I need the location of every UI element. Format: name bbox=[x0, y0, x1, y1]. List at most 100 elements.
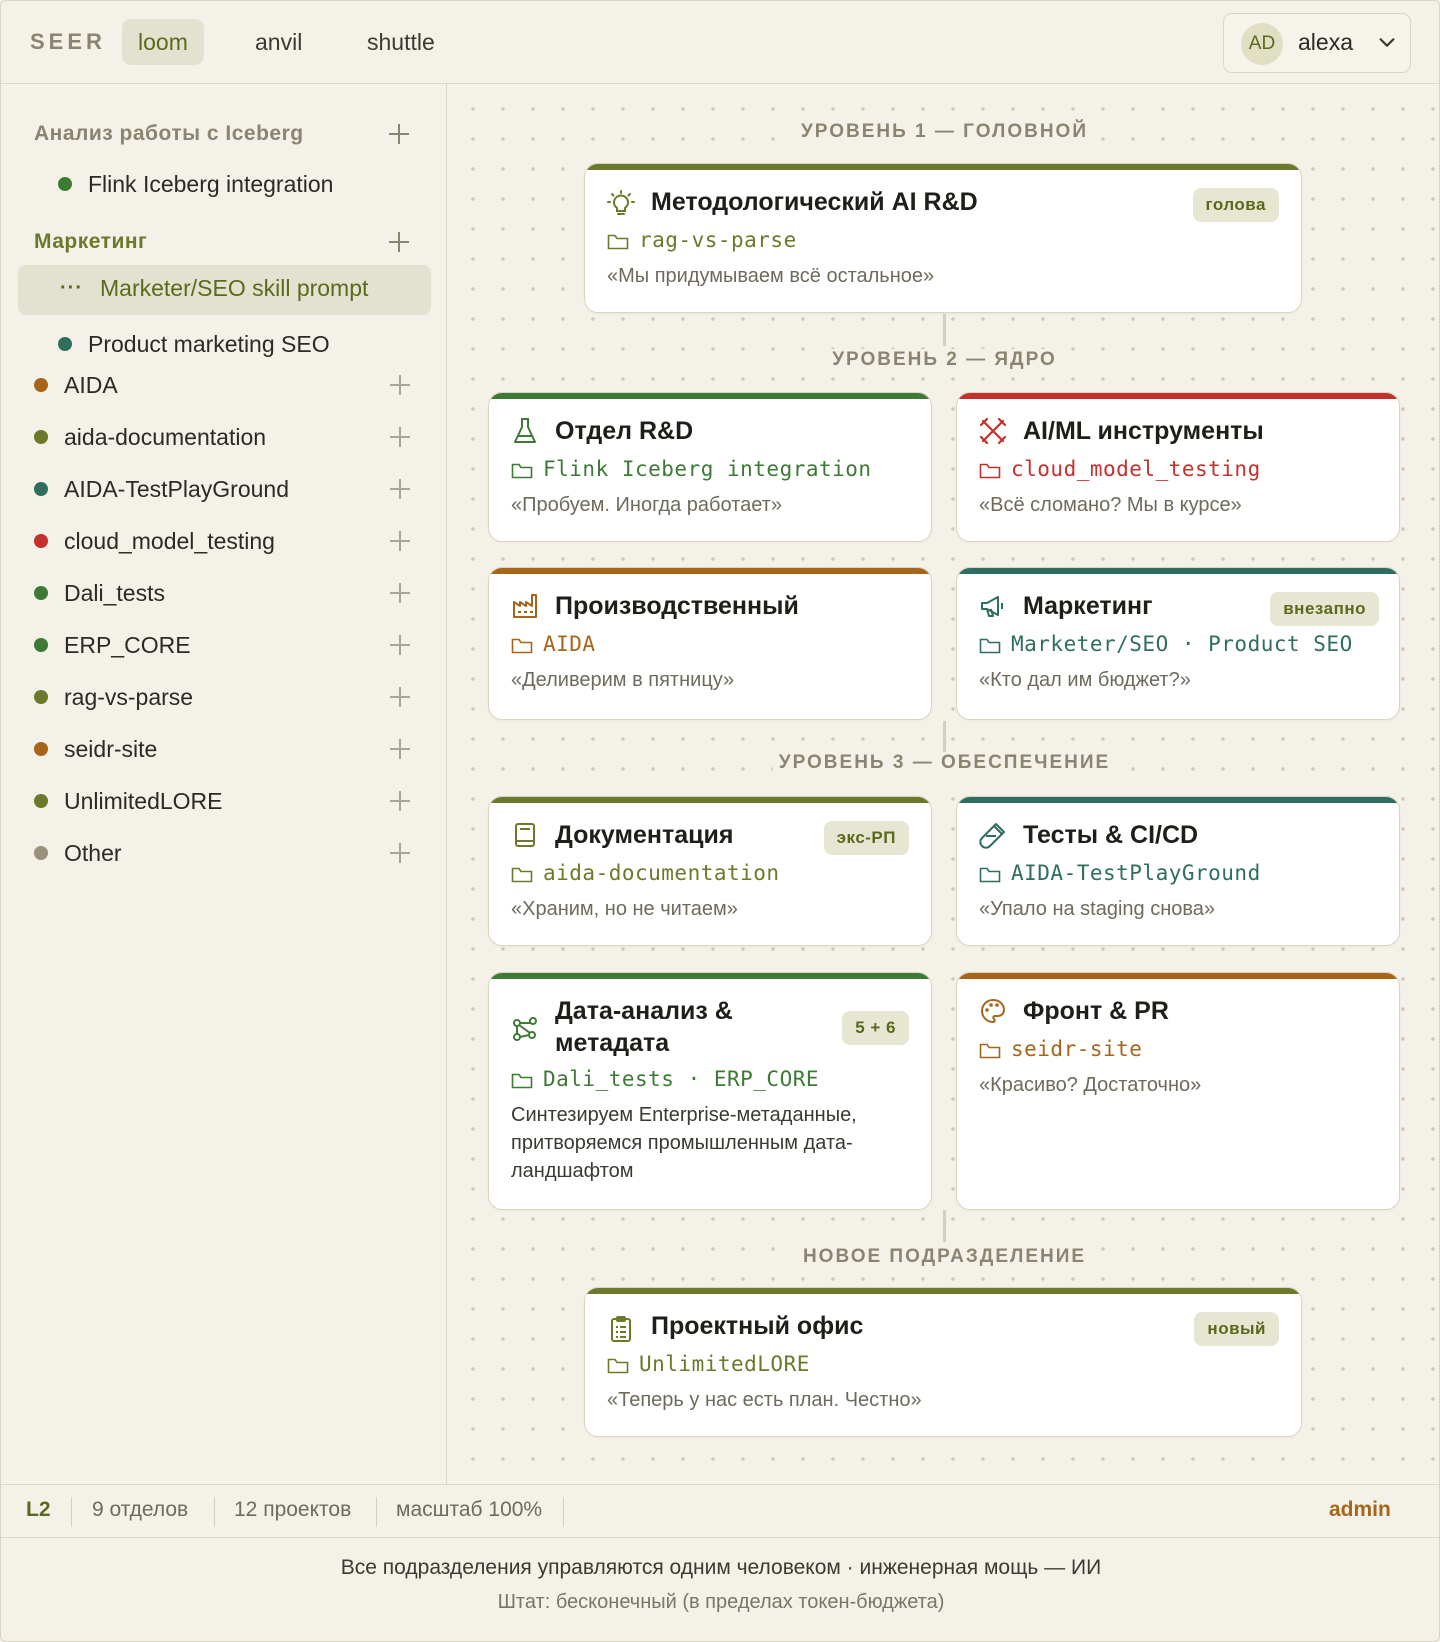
graph-icon bbox=[513, 1017, 537, 1041]
card-tests-cicd[interactable]: Тесты & CI/CD AIDA-TestPlayGround «Упало… bbox=[956, 796, 1400, 946]
add-icon[interactable] bbox=[390, 739, 410, 759]
status-dot bbox=[34, 794, 48, 808]
project-link[interactable]: AIDA bbox=[543, 632, 596, 656]
project-link[interactable]: Dali_tests · ERP_CORE bbox=[543, 1067, 819, 1091]
card-rnd[interactable]: Отдел R&D Flink Iceberg integration «Про… bbox=[488, 392, 932, 542]
sidebar-item-project[interactable]: Other bbox=[1, 833, 447, 873]
status-badge: новый bbox=[1194, 1312, 1279, 1346]
status-dot bbox=[34, 742, 48, 756]
sidebar-item-project[interactable]: Dali_tests bbox=[1, 573, 447, 613]
card-front-pr[interactable]: Фронт & PR seidr-site «Красиво? Достаточ… bbox=[956, 972, 1400, 1210]
add-icon[interactable] bbox=[390, 531, 410, 551]
project-link[interactable]: UnlimitedLORE bbox=[639, 1352, 810, 1376]
project-link[interactable]: AIDA-TestPlayGround bbox=[1011, 861, 1261, 885]
card-quote: «Храним, но не читаем» bbox=[511, 898, 738, 920]
user-menu[interactable]: AD alexa bbox=[1223, 13, 1411, 73]
folder-icon bbox=[511, 638, 533, 654]
folder-icon bbox=[607, 234, 629, 250]
add-icon[interactable] bbox=[389, 124, 409, 144]
factory-icon bbox=[513, 594, 537, 618]
status-dot bbox=[34, 534, 48, 548]
add-icon[interactable] bbox=[390, 479, 410, 499]
card-quote: «Деливерим в пятницу» bbox=[511, 669, 735, 691]
add-icon[interactable] bbox=[390, 427, 410, 447]
card-quote: «Теперь у нас есть план. Честно» bbox=[607, 1389, 922, 1411]
card-data-analysis[interactable]: Дата-анализ & метадата 5 + 6 Dali_tests … bbox=[488, 972, 932, 1210]
sidebar-item-label: AIDA bbox=[64, 372, 118, 398]
megaphone-icon bbox=[981, 596, 1003, 617]
add-icon[interactable] bbox=[390, 687, 410, 707]
projects-count: 12 проектов bbox=[234, 1498, 352, 1521]
sidebar-item-flink[interactable]: Flink Iceberg integration bbox=[88, 169, 333, 199]
tab-loom[interactable]: loom bbox=[122, 19, 204, 65]
group-header-marketing: Маркетинг bbox=[34, 230, 148, 253]
sidebar-item-label: Other bbox=[64, 840, 122, 866]
tab-shuttle[interactable]: shuttle bbox=[351, 19, 451, 65]
project-link[interactable]: rag-vs-parse bbox=[639, 228, 797, 252]
card-methodological-ai[interactable]: Методологический AI R&D голова rag-vs-pa… bbox=[584, 163, 1302, 313]
status-badge: голова bbox=[1192, 188, 1279, 222]
project-link[interactable]: Flink Iceberg integration bbox=[543, 457, 872, 481]
card-marketing[interactable]: Маркетинг внезапно Marketer/SEO · Produc… bbox=[956, 567, 1400, 720]
add-icon[interactable] bbox=[390, 791, 410, 811]
status-dot bbox=[34, 690, 48, 704]
add-icon[interactable] bbox=[389, 232, 409, 252]
folder-icon bbox=[511, 867, 533, 883]
add-icon[interactable] bbox=[390, 375, 410, 395]
sidebar-item-project[interactable]: seidr-site bbox=[1, 729, 447, 769]
sidebar-item-label: UnlimitedLORE bbox=[64, 788, 223, 814]
project-link[interactable]: seidr-site bbox=[1011, 1037, 1142, 1061]
sidebar-item-project[interactable]: UnlimitedLORE bbox=[1, 781, 447, 821]
status-badge: 5 + 6 bbox=[842, 1011, 909, 1045]
sidebar-item-project[interactable]: aida-documentation bbox=[1, 417, 447, 457]
card-title: Проектный офис bbox=[651, 1312, 864, 1340]
folder-icon bbox=[979, 867, 1001, 883]
sidebar-item-label: rag-vs-parse bbox=[64, 684, 194, 710]
sidebar-item-marketer-seo[interactable]: ··· Marketer/SEO skill prompt bbox=[18, 265, 431, 315]
sidebar-item-label: seidr-site bbox=[64, 736, 158, 762]
role-label: admin bbox=[1329, 1498, 1391, 1521]
sidebar-item-project[interactable]: rag-vs-parse bbox=[1, 677, 447, 717]
footer-tagline: Все подразделения управляются одним чело… bbox=[340, 1556, 1102, 1579]
tab-anvil[interactable]: anvil bbox=[239, 19, 318, 65]
project-link[interactable]: cloud_model_testing bbox=[1011, 457, 1261, 481]
sidebar-item-label: aida-documentation bbox=[64, 424, 267, 450]
card-description-line2: притворяемся промышленным дата- bbox=[511, 1132, 853, 1154]
sidebar-item-label: cloud_model_testing bbox=[64, 528, 275, 554]
card-production[interactable]: Производственный AIDA «Деливерим в пятни… bbox=[488, 567, 932, 720]
zoom-level: масштаб 100% bbox=[396, 1498, 543, 1521]
sidebar-item-project[interactable]: AIDA-TestPlayGround bbox=[1, 469, 447, 509]
project-link[interactable]: aida-documentation bbox=[543, 861, 780, 885]
sidebar-item-project[interactable]: ERP_CORE bbox=[1, 625, 447, 665]
status-dot bbox=[58, 337, 72, 351]
status-bar: L2 9 отделов 12 проектов масштаб 100% ad… bbox=[1, 1484, 1439, 1538]
level-2-label: УРОВЕНЬ 2 — ЯДРО bbox=[448, 349, 1439, 371]
card-documentation[interactable]: Документация экс-РП aida-documentation «… bbox=[488, 796, 932, 946]
card-quote: «Пробуем. Иногда работает» bbox=[511, 494, 782, 516]
level-4-label: НОВОЕ ПОДРАЗДЕЛЕНИЕ bbox=[448, 1246, 1439, 1268]
card-aiml-tools[interactable]: AI/ML инструменты cloud_model_testing «В… bbox=[956, 392, 1400, 542]
book-icon bbox=[515, 823, 535, 847]
add-icon[interactable] bbox=[390, 843, 410, 863]
card-title: Отдел R&D bbox=[555, 417, 694, 445]
flask-icon bbox=[514, 418, 536, 443]
sidebar-item-product-seo[interactable]: Product marketing SEO bbox=[88, 329, 330, 359]
card-title: Фронт & PR bbox=[1023, 997, 1169, 1025]
card-title-line2: метадата bbox=[555, 1029, 670, 1057]
add-icon[interactable] bbox=[390, 635, 410, 655]
project-link[interactable]: Marketer/SEO · Product SEO bbox=[1011, 632, 1353, 656]
folder-icon bbox=[979, 638, 1001, 654]
clipboard-icon bbox=[611, 1316, 631, 1342]
folder-icon bbox=[979, 1043, 1001, 1059]
tools-icon bbox=[979, 417, 1007, 445]
org-chart-canvas: УРОВЕНЬ 1 — ГОЛОВНОЙ УРОВЕНЬ 2 — ЯДРО УР… bbox=[448, 84, 1439, 1484]
status-dot bbox=[34, 586, 48, 600]
footer-subline: Штат: бесконечный (в пределах токен-бюдж… bbox=[497, 1591, 945, 1613]
status-dot bbox=[34, 430, 48, 444]
card-description-line3: ландшафтом bbox=[511, 1160, 634, 1182]
sidebar-item-project[interactable]: AIDA bbox=[1, 365, 447, 405]
card-project-office[interactable]: Проектный офис новый UnlimitedLORE «Тепе… bbox=[584, 1287, 1302, 1437]
status-dot bbox=[34, 638, 48, 652]
add-icon[interactable] bbox=[390, 583, 410, 603]
sidebar-item-project[interactable]: cloud_model_testing bbox=[1, 521, 447, 561]
